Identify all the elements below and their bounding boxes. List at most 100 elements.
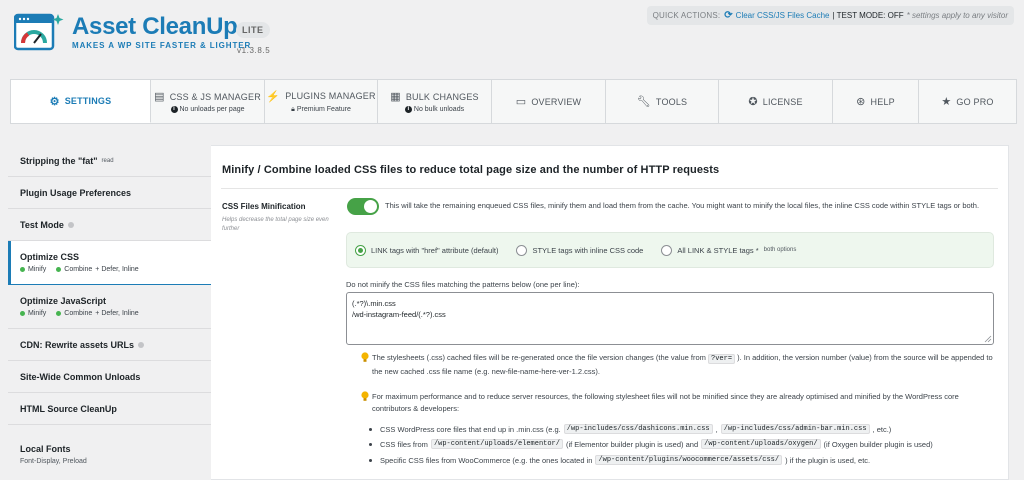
- radio-all-tags[interactable]: All LINK & STYLE tags * both options: [661, 244, 797, 256]
- code-path: /wp-includes/css/dashicons.min.css: [563, 424, 713, 434]
- code-path: /wp-content/plugins/woocommerce/assets/c…: [595, 455, 783, 465]
- gear-icon: ⚙: [49, 95, 60, 108]
- lifebuoy-icon: ⊛: [856, 96, 866, 108]
- list-item: Specific CSS files from WooCommerce (e.g…: [369, 455, 870, 465]
- tab-label: SETTINGS: [64, 96, 112, 106]
- minify-scope-options: LINK tags with "href" attribute (default…: [346, 232, 994, 268]
- meta-combine: Combine: [64, 266, 93, 273]
- status-dot-icon: [138, 341, 145, 348]
- code-path: /wp-includes/css/admin-bar.min.css: [720, 424, 870, 434]
- code-icon: ▤: [154, 91, 165, 103]
- code-path: /wp-content/uploads/oxygen/: [701, 439, 821, 449]
- sidebar-item-label: Test Mode: [20, 219, 64, 230]
- tab-plugins-manager[interactable]: ⚡ PLUGINS MANAGER 🔒︎ Premium Feature: [265, 80, 378, 123]
- code-path: /wp-content/uploads/elementor/: [430, 439, 563, 449]
- radio-circle[interactable]: [661, 244, 673, 256]
- quick-actions-note: * settings apply to any visitor: [906, 11, 1008, 20]
- tab-label: TOOLS: [655, 96, 688, 107]
- sidebar-item-label: HTML Source CleanUp: [20, 403, 117, 414]
- sidebar-item-label: Optimize JavaScript: [20, 296, 107, 306]
- test-mode-status: | TEST MODE: OFF: [832, 11, 904, 20]
- radio-circle[interactable]: [355, 244, 366, 256]
- grid-icon: ▦: [390, 91, 401, 103]
- radio-label: All LINK & STYLE tags *: [677, 245, 759, 255]
- tab-label: OVERVIEW: [531, 96, 582, 107]
- status-dot-icon: [56, 267, 62, 272]
- divider: [221, 188, 998, 189]
- status-dot-icon: [56, 311, 62, 316]
- sidebar-item-optimize-css[interactable]: Optimize CSS Minify Combine + Defer, Inl…: [8, 241, 211, 285]
- radio-link-tags[interactable]: LINK tags with "href" attribute (default…: [355, 244, 499, 256]
- list-item: CSS WordPress core files that end up in …: [369, 424, 891, 434]
- sidebar-item-sub: Font-Display, Preload: [20, 457, 87, 465]
- exclude-patterns-textarea[interactable]: (.*?)\.min.css /wd-instagram-feed/(.*?).…: [346, 292, 994, 345]
- sidebar-item-test-mode[interactable]: Test Mode: [8, 209, 211, 241]
- logo: Asset CleanUp LITE MAKES A WP SITE FASTE…: [14, 6, 304, 62]
- tab-label: BULK CHANGES: [405, 91, 479, 102]
- tip-version-change: The stylesheets (.css) cached files will…: [372, 353, 993, 376]
- lightbulb-icon: [361, 391, 369, 401]
- tab-license[interactable]: ✪ LICENSE: [719, 80, 833, 123]
- sidebar-item-cdn[interactable]: CDN: Rewrite assets URLs: [8, 329, 211, 361]
- exclude-patterns-label: Do not minify the CSS files matching the…: [346, 280, 580, 289]
- tab-go-pro[interactable]: ★ GO PRO: [919, 80, 1016, 123]
- tab-label: GO PRO: [956, 96, 994, 107]
- radio-style-tags[interactable]: STYLE tags with inline CSS code: [516, 244, 644, 256]
- radio-label: LINK tags with "href" attribute (default…: [371, 245, 499, 255]
- tab-bulk-changes[interactable]: ▦ BULK CHANGES i No bulk unloads: [378, 80, 492, 123]
- tab-overview[interactable]: ▭ OVERVIEW: [492, 80, 606, 123]
- status-dot-icon: [67, 221, 74, 228]
- sidebar-item-stripping-fat[interactable]: Stripping the "fat" read: [8, 145, 211, 177]
- status-dot-icon: [20, 267, 25, 272]
- section-heading: Minify / Combine loaded CSS files to red…: [222, 164, 720, 176]
- meta-minify: Minify: [28, 266, 47, 273]
- document-icon: ▭: [515, 96, 527, 108]
- tab-sub: No bulk unloads: [413, 106, 465, 113]
- brand-tagline: MAKES A WP SITE FASTER & LIGHTER: [72, 41, 252, 50]
- main-tabs: ⚙ SETTINGS ▤ CSS & JS MANAGER i No unloads …: [10, 79, 1017, 124]
- sidebar-item-html-cleanup[interactable]: HTML Source CleanUp: [8, 393, 211, 425]
- radio-note: both options: [763, 247, 797, 253]
- refresh-icon[interactable]: ⟳: [724, 10, 732, 21]
- quick-actions-bar: QUICK ACTIONS: ⟳ Clear CSS/JS Files Cach…: [646, 6, 1014, 25]
- tab-sub: No unloads per page: [179, 106, 245, 113]
- speedometer-logo-icon: [14, 13, 64, 51]
- tab-css-js-manager[interactable]: ▤ CSS & JS MANAGER i No unloads per page: [151, 80, 265, 123]
- tab-sub: Premium Feature: [296, 106, 351, 113]
- radio-circle[interactable]: [516, 244, 528, 256]
- clear-cache-link[interactable]: Clear CSS/JS Files Cache: [736, 11, 830, 20]
- list-item: CSS files from /wp-content/uploads/eleme…: [369, 439, 933, 449]
- lock-icon: 🔒︎: [291, 105, 295, 113]
- tab-settings[interactable]: ⚙ SETTINGS: [11, 80, 151, 123]
- sidebar-item-label: CDN: Rewrite assets URLs: [20, 339, 135, 350]
- resize-grip-icon[interactable]: [984, 335, 992, 343]
- sidebar-item-plugin-usage[interactable]: Plugin Usage Preferences: [8, 177, 211, 209]
- edition-badge: LITE: [236, 22, 270, 38]
- tab-label: LICENSE: [762, 96, 803, 107]
- tab-help[interactable]: ⊛ HELP: [833, 80, 919, 123]
- settings-sidebar: Stripping the "fat" read Plugin Usage Pre…: [8, 145, 211, 480]
- sidebar-item-common-unloads[interactable]: Site-Wide Common Unloads: [8, 361, 211, 393]
- radio-label: STYLE tags with inline CSS code: [532, 245, 644, 255]
- version-label: v1.3.8.5: [237, 46, 271, 55]
- status-dot-icon: [20, 311, 25, 316]
- sidebar-item-note: read: [101, 157, 114, 164]
- wrench-icon: 🔧︎: [636, 96, 651, 108]
- toggle-description: This will take the remaining enqueued CS…: [385, 201, 980, 210]
- star-icon: ★: [941, 96, 952, 108]
- meta-extra: + Defer, Inline: [95, 310, 139, 317]
- meta-minify: Minify: [28, 310, 47, 317]
- settings-panel: Minify / Combine loaded CSS files to red…: [211, 145, 1009, 480]
- sidebar-item-local-fonts[interactable]: Local Fonts Font-Display, Preload: [8, 425, 211, 480]
- tab-label: CSS & JS MANAGER: [169, 91, 261, 102]
- sidebar-item-label: Optimize CSS: [20, 252, 80, 262]
- option-label: CSS Files Minification: [222, 202, 306, 211]
- license-icon: ✪: [748, 96, 758, 108]
- plug-icon: ⚡: [266, 90, 281, 103]
- tab-label: PLUGINS MANAGER: [285, 91, 376, 101]
- tab-tools[interactable]: 🔧︎ TOOLS: [606, 80, 719, 123]
- css-minify-toggle[interactable]: [347, 198, 379, 215]
- sidebar-item-optimize-js[interactable]: Optimize JavaScript Minify Combine + Def…: [8, 285, 211, 329]
- meta-extra: + Defer, Inline: [95, 266, 139, 273]
- meta-combine: Combine: [64, 310, 93, 317]
